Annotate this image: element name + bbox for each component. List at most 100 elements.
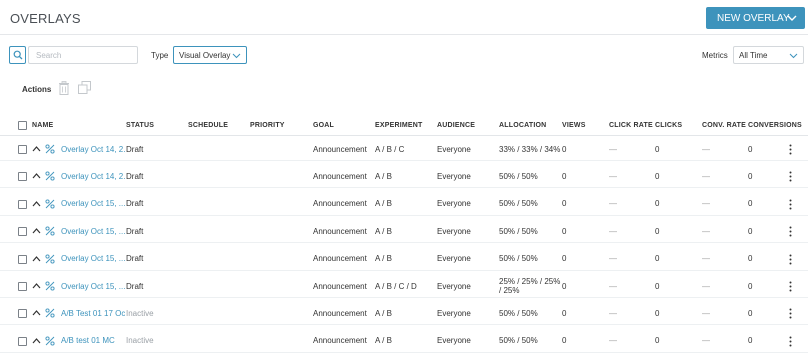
chevron-up-icon[interactable] <box>32 145 41 153</box>
conv-rate-value: — <box>702 254 710 264</box>
row-checkbox[interactable] <box>18 172 27 182</box>
select-all-checkbox[interactable] <box>18 121 27 130</box>
column-priority[interactable]: PRIORITY <box>250 122 285 129</box>
column-views[interactable]: VIEWS <box>562 122 586 129</box>
search-input[interactable] <box>28 46 138 64</box>
click-rate-value: — <box>609 226 617 236</box>
more-options-icon[interactable] <box>789 199 792 210</box>
audience-value: Everyone <box>437 171 471 181</box>
overlay-name-link[interactable]: Overlay Oct 14, 2... <box>61 137 125 161</box>
table-header: NAME STATUS SCHEDULE PRIORITY GOAL EXPER… <box>0 115 808 136</box>
overlay-name-link[interactable]: Overlay Oct 15, ... <box>61 247 125 271</box>
table-row[interactable]: A/B test 01 MC Inactive Announcement A /… <box>0 329 808 353</box>
overlay-name-link[interactable]: Overlay Oct 14, 2... <box>61 164 125 188</box>
copy-icon[interactable] <box>78 81 91 94</box>
allocation-value: 50% / 50% <box>499 308 538 318</box>
column-goal[interactable]: GOAL <box>313 122 334 129</box>
more-options-icon[interactable] <box>789 144 792 155</box>
variants-icon <box>45 171 55 181</box>
page-header: OVERLAYS NEW OVERLAY <box>0 0 808 35</box>
audience-value: Everyone <box>437 226 471 236</box>
column-allocation[interactable]: ALLOCATION <box>499 122 546 129</box>
conversions-value: 0 <box>748 171 753 181</box>
table-row[interactable]: Overlay Oct 15, ... Draft Announcement A… <box>0 274 808 298</box>
goal-value: Announcement <box>313 171 367 181</box>
click-rate-value: — <box>609 171 617 181</box>
column-audience[interactable]: AUDIENCE <box>437 122 475 129</box>
status-text: Inactive <box>126 336 154 346</box>
experiment-value: A / B <box>375 171 392 181</box>
chevron-down-icon[interactable] <box>786 12 798 24</box>
allocation-value: 50% / 50% <box>499 254 538 264</box>
chevron-up-icon[interactable] <box>32 255 41 263</box>
views-value: 0 <box>562 281 567 291</box>
row-checkbox[interactable] <box>18 145 27 154</box>
more-options-icon[interactable] <box>789 336 792 347</box>
column-clicks[interactable]: CLICKS <box>655 122 682 129</box>
more-options-icon[interactable] <box>789 226 792 237</box>
experiment-value: A / B <box>375 199 392 209</box>
goal-value: Announcement <box>313 281 367 291</box>
chevron-up-icon[interactable] <box>32 200 41 208</box>
more-options-icon[interactable] <box>789 254 792 265</box>
column-status[interactable]: STATUS <box>126 122 154 129</box>
chevron-up-icon[interactable] <box>32 309 41 317</box>
table-row[interactable]: A/B Test 01 17 Oct Inactive Announcement… <box>0 301 808 326</box>
row-checkbox[interactable] <box>18 199 27 209</box>
row-checkbox[interactable] <box>18 227 27 237</box>
column-click-rate[interactable]: CLICK RATE <box>609 122 653 129</box>
type-select[interactable]: Visual Overlay <box>173 46 247 64</box>
click-rate-value: — <box>609 281 617 291</box>
row-checkbox[interactable] <box>18 282 27 291</box>
allocation-value: 50% / 50% <box>499 226 538 236</box>
chevron-up-icon[interactable] <box>32 282 41 290</box>
metrics-select[interactable]: All Time <box>733 46 804 64</box>
experiment-value: A / B <box>375 336 392 346</box>
page-title: OVERLAYS <box>10 11 81 26</box>
row-checkbox[interactable] <box>18 336 27 346</box>
table-row[interactable]: Overlay Oct 15, ... Draft Announcement A… <box>0 192 808 216</box>
overlay-name-link[interactable]: Overlay Oct 15, ... <box>61 274 125 298</box>
allocation-value: 50% / 50% <box>499 199 538 209</box>
overlay-name-link[interactable]: Overlay Oct 15, ... <box>61 192 125 216</box>
chevron-up-icon[interactable] <box>32 337 41 345</box>
column-experiment[interactable]: EXPERIMENT <box>375 122 423 129</box>
chevron-down-icon <box>232 53 241 59</box>
clicks-value: 0 <box>655 171 660 181</box>
column-conv-rate[interactable]: CONV. RATE <box>702 122 746 129</box>
trash-icon[interactable] <box>58 81 70 95</box>
chevron-up-icon[interactable] <box>32 227 41 235</box>
more-options-icon[interactable] <box>789 171 792 182</box>
table-row[interactable]: Overlay Oct 15, ... Draft Announcement A… <box>0 219 808 244</box>
views-value: 0 <box>562 171 567 181</box>
experiment-value: A / B / C / D <box>375 281 417 291</box>
clicks-value: 0 <box>655 308 660 318</box>
table-row[interactable]: Overlay Oct 15, ... Draft Announcement A… <box>0 247 808 271</box>
click-rate-value: — <box>609 144 617 154</box>
more-options-icon[interactable] <box>789 281 792 292</box>
audience-value: Everyone <box>437 144 471 154</box>
status-text: Draft <box>126 171 144 181</box>
search-button[interactable] <box>9 46 26 64</box>
table-row[interactable]: Overlay Oct 14, 2... Draft Announcement … <box>0 164 808 189</box>
metrics-select-value: All Time <box>739 50 768 60</box>
column-name[interactable]: NAME <box>32 122 53 129</box>
conv-rate-value: — <box>702 144 710 154</box>
column-schedule[interactable]: SCHEDULE <box>188 122 228 129</box>
experiment-value: A / B <box>375 308 392 318</box>
table-row[interactable]: Overlay Oct 14, 2... Draft Announcement … <box>0 137 808 161</box>
overlay-name-link[interactable]: A/B test 01 MC <box>61 329 125 353</box>
conversions-value: 0 <box>748 226 753 236</box>
overlay-name-link[interactable]: A/B Test 01 17 Oct <box>61 301 125 325</box>
clicks-value: 0 <box>655 144 660 154</box>
row-checkbox[interactable] <box>18 309 27 319</box>
row-checkbox[interactable] <box>18 254 27 264</box>
variants-icon <box>45 336 55 346</box>
column-conversions[interactable]: CONVERSIONS <box>748 122 802 129</box>
new-overlay-button[interactable]: NEW OVERLAY <box>706 7 805 29</box>
overlay-name-link[interactable]: Overlay Oct 15, ... <box>61 219 125 243</box>
experiment-value: A / B <box>375 226 392 236</box>
chevron-up-icon[interactable] <box>32 172 41 180</box>
more-options-icon[interactable] <box>789 308 792 319</box>
chevron-down-icon <box>789 53 798 59</box>
